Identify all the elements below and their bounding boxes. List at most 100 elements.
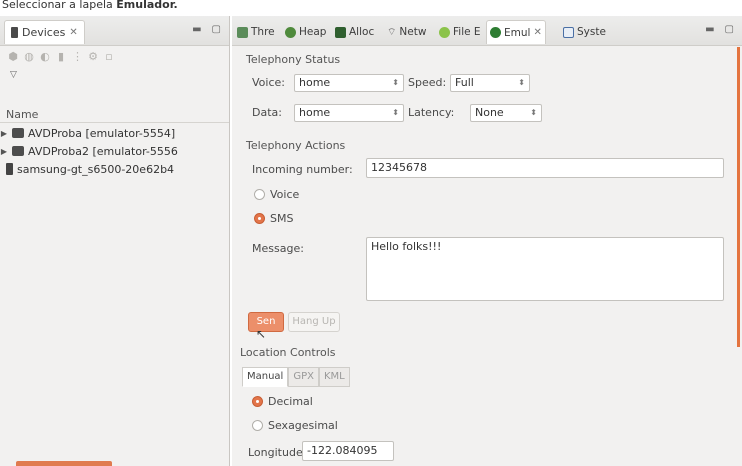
emulator-control-content: Telephony Status Voice: home ⬍ Speed: Ful… [232,47,742,466]
tab-devices[interactable]: Devices ✕ [4,20,85,44]
views-tabbar: Thre Heap Alloc ⌔ Netw File E Emul ✕ Sys… [232,16,742,46]
incoming-number-input[interactable]: 12345678 [366,158,724,178]
device-label: AVDProba2 [emulator-5556 [28,144,178,158]
latency-value: None [475,106,504,119]
voice-radio[interactable]: Voice [254,188,299,201]
latency-select[interactable]: None ⬍ [470,104,542,122]
voice-radio-label: Voice [270,188,300,201]
data-value: home [299,106,331,119]
sexagesimal-label: Sexagesimal [268,419,338,432]
column-header-name[interactable]: Name [6,108,38,121]
devices-tabbar: Devices ✕ ▬ ▢ [0,16,229,46]
progress-bar [16,461,112,466]
tab-manual[interactable]: Manual [242,367,289,387]
device-label: AVDProba [emulator-5554] [28,126,176,140]
telephony-actions-title: Telephony Actions [246,139,346,152]
voice-value: home [299,76,331,89]
location-tabs: Manual GPX KML [242,367,350,387]
data-select[interactable]: home ⬍ [294,104,404,122]
tab-label: Syste [577,26,606,38]
tab-system[interactable]: Syste [560,20,609,44]
mouse-cursor-icon: ↖ [256,327,267,341]
stop-process-icon[interactable]: ▫ [104,50,114,63]
tab-devices-label: Devices [22,26,66,39]
update-threads-icon[interactable]: ⋮ [72,50,83,63]
sms-radio-label: SMS [270,212,294,225]
tab-label: Thre [251,26,275,38]
tab-label: Netw [399,26,427,38]
tab-label: Emul [504,26,531,39]
radio-icon [254,189,265,200]
telephony-status-title: Telephony Status [246,53,341,66]
longitude-label: Longitude [248,446,303,459]
expand-arrow-icon[interactable]: ▶ [0,147,8,156]
location-controls-title: Location Controls [240,346,336,359]
spinner-icon: ⬍ [518,78,525,87]
view-menu-icon[interactable]: ▽ [10,70,17,80]
tab-kml[interactable]: KML [318,367,350,387]
tab-label: Alloc [349,26,375,38]
speed-select[interactable]: Full ⬍ [450,74,530,92]
debug-icon[interactable]: ⬢ [8,50,18,63]
start-method-profiling-icon[interactable]: ⚙ [88,50,98,63]
phone-device-icon [6,163,13,175]
close-icon[interactable]: ✕ [69,27,77,38]
emulator-device-icon [12,128,24,138]
decimal-label: Decimal [268,395,313,408]
expand-arrow-icon[interactable]: ▶ [0,129,8,138]
emulator-device-icon [12,146,24,156]
emulator-icon [490,27,501,38]
maximize-icon[interactable]: ▢ [725,24,734,35]
message-textarea[interactable]: Hello folks!!! [366,237,724,301]
device-icon [11,27,18,38]
tab-alloc[interactable]: Alloc [332,20,377,44]
dump-hprof-icon[interactable]: ◐ [40,50,50,63]
tab-network[interactable]: ⌔ Netw [384,20,429,44]
message-label: Message: [252,242,304,255]
radio-selected-icon [252,396,263,407]
update-heap-icon[interactable]: ◍ [24,50,34,63]
longitude-input[interactable]: -122.084095 [302,441,394,461]
spinner-icon: ⬍ [530,108,537,117]
cause-gc-icon[interactable]: ▮ [56,50,66,63]
tab-heap[interactable]: Heap [282,20,329,44]
voice-select[interactable]: home ⬍ [294,74,404,92]
device-list: ▶ AVDProba [emulator-5554] ▶ AVDProba2 [… [0,124,229,178]
radio-selected-icon [254,213,265,224]
system-icon [563,26,574,38]
caption-bold: Emulador. [116,0,178,11]
spinner-icon: ⬍ [392,108,399,117]
device-row-3[interactable]: samsung-gt_s6500-20e62b4 [0,160,229,178]
minimize-icon[interactable]: ▬ [705,24,714,35]
threads-icon [237,26,248,38]
radio-icon [252,420,263,431]
speed-value: Full [455,76,474,89]
device-row-2[interactable]: ▶ AVDProba2 [emulator-5556 [0,142,229,160]
device-row-1[interactable]: ▶ AVDProba [emulator-5554] [0,124,229,142]
network-icon: ⌔ [387,26,397,38]
devices-panel: Devices ✕ ▬ ▢ ⬢ ◍ ◐ ▮ ⋮ ⚙ ▫ ▽ Name ▶ AVD… [0,16,230,466]
data-label: Data: [252,106,282,119]
tab-emulator[interactable]: Emul ✕ [486,20,546,44]
latency-label: Latency: [408,106,455,119]
tab-gpx[interactable]: GPX [288,367,319,387]
caption: Seleccionar a lapela Emulador. [0,0,742,16]
sexagesimal-radio[interactable]: Sexagesimal [252,419,338,432]
devices-toolbar: ⬢ ◍ ◐ ▮ ⋮ ⚙ ▫ [0,46,229,66]
minimize-icon[interactable]: ▬ [192,24,201,35]
maximize-icon[interactable]: ▢ [212,24,221,35]
incoming-number-label: Incoming number: [252,163,353,176]
sms-radio[interactable]: SMS [254,212,293,225]
spinner-icon: ⬍ [392,78,399,87]
file-explorer-icon [439,26,450,38]
tab-label: File E [453,26,481,38]
speed-label: Speed: [408,76,447,89]
voice-label: Voice: [252,76,285,89]
heap-icon [285,26,296,38]
close-icon[interactable]: ✕ [533,27,541,38]
tab-label: Heap [299,26,327,38]
decimal-radio[interactable]: Decimal [252,395,313,408]
tab-file-explorer[interactable]: File E [436,20,484,44]
tab-threads[interactable]: Thre [234,20,278,44]
hang-up-button[interactable]: Hang Up [288,312,340,332]
